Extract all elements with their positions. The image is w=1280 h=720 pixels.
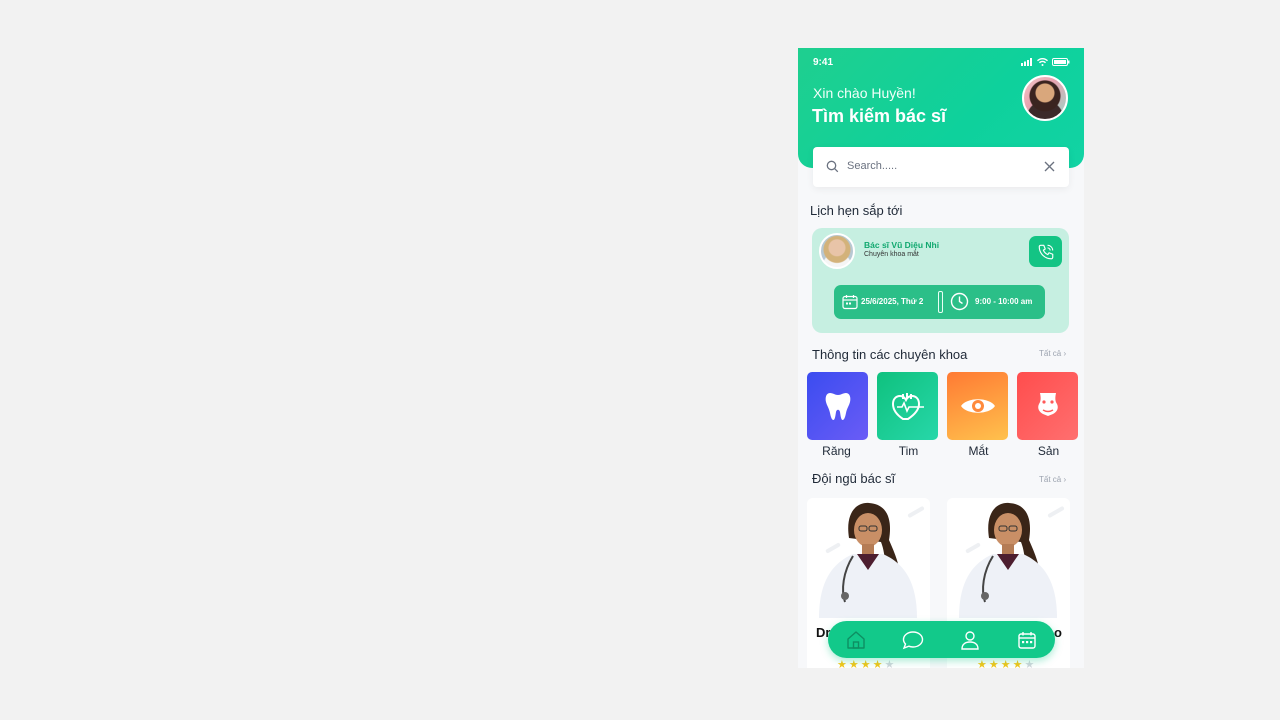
clock-icon: [950, 292, 969, 311]
doctor-avatar: [819, 233, 855, 269]
appointment-card[interactable]: Bác sĩ Vũ Diệu Nhi Chuyên khoa mắt 25/6/…: [812, 228, 1069, 333]
doctors-see-all-link[interactable]: Tất cả ›: [1039, 475, 1066, 484]
search-input[interactable]: Search.....: [847, 160, 897, 172]
heart-icon: [891, 393, 924, 420]
user-avatar[interactable]: [1022, 75, 1068, 121]
specialty-card-tim[interactable]: [877, 372, 938, 440]
specialties-see-all-link[interactable]: Tất cả ›: [1039, 349, 1066, 358]
rating-stars: ★★★★★: [977, 659, 1037, 668]
page-title: Tìm kiếm bác sĩ: [812, 106, 947, 126]
specialty-card-rang[interactable]: [807, 372, 868, 440]
appointment-date: 25/6/2025, Thứ 2: [861, 297, 924, 306]
status-time: 9:41: [813, 57, 834, 68]
divider: [938, 291, 943, 313]
calendar-icon: [842, 295, 858, 310]
upcoming-title: Lịch hẹn sắp tới: [810, 203, 903, 218]
phone-screen: 9:41 Xin chào Huyền! Tìm kiếm bác sĩ Sea…: [798, 48, 1084, 668]
profile-icon: [961, 630, 979, 650]
specialty-card-san[interactable]: [1017, 372, 1078, 440]
tooth-icon: [825, 393, 850, 420]
doctor-photo: [807, 498, 930, 618]
phone-icon: [1038, 244, 1053, 259]
greeting-text: Xin chào Huyền!: [813, 85, 916, 101]
eye-icon: [960, 399, 995, 413]
nav-profile[interactable]: [958, 628, 982, 652]
appointment-time-bar: 25/6/2025, Thứ 2 9:00 - 10:00 am: [834, 285, 1045, 319]
doctor-name: Bác sĩ Vũ Diệu Nhi: [864, 240, 940, 250]
status-icons: [1021, 58, 1070, 66]
clear-icon[interactable]: [1044, 161, 1055, 172]
body-icon: [1037, 393, 1058, 416]
call-button[interactable]: [1029, 236, 1062, 267]
specialty-label: Mắt: [968, 444, 989, 458]
doctor-specialty: Chuyên khoa mắt: [864, 251, 919, 258]
wifi-icon: [1037, 58, 1048, 66]
search-bar[interactable]: Search.....: [813, 147, 1069, 187]
nav-home[interactable]: [844, 628, 868, 652]
search-icon: [826, 160, 839, 173]
specialty-label: Tim: [898, 444, 919, 458]
specialties-title: Thông tin các chuyên khoa: [812, 347, 968, 362]
calendar-icon: [1017, 631, 1036, 649]
chat-icon: [902, 630, 924, 649]
doctors-title: Đội ngũ bác sĩ: [812, 471, 896, 486]
rating-stars: ★★★★★: [837, 659, 897, 668]
home-icon: [847, 630, 866, 649]
doctor-name-end: o: [1054, 625, 1062, 640]
signal-icon: [1021, 58, 1032, 66]
battery-icon: [1052, 58, 1070, 66]
nav-chat[interactable]: [901, 628, 925, 652]
bottom-nav: [828, 621, 1055, 658]
specialty-label: Sản: [1037, 444, 1060, 458]
doctor-photo: [947, 498, 1070, 618]
nav-calendar[interactable]: [1015, 628, 1039, 652]
specialty-card-mat[interactable]: [947, 372, 1008, 440]
specialty-label: Răng: [822, 444, 851, 458]
see-all-label: Tất cả: [1039, 349, 1062, 358]
see-all-label: Tất cả: [1039, 475, 1062, 484]
appointment-time: 9:00 - 10:00 am: [975, 297, 1033, 306]
